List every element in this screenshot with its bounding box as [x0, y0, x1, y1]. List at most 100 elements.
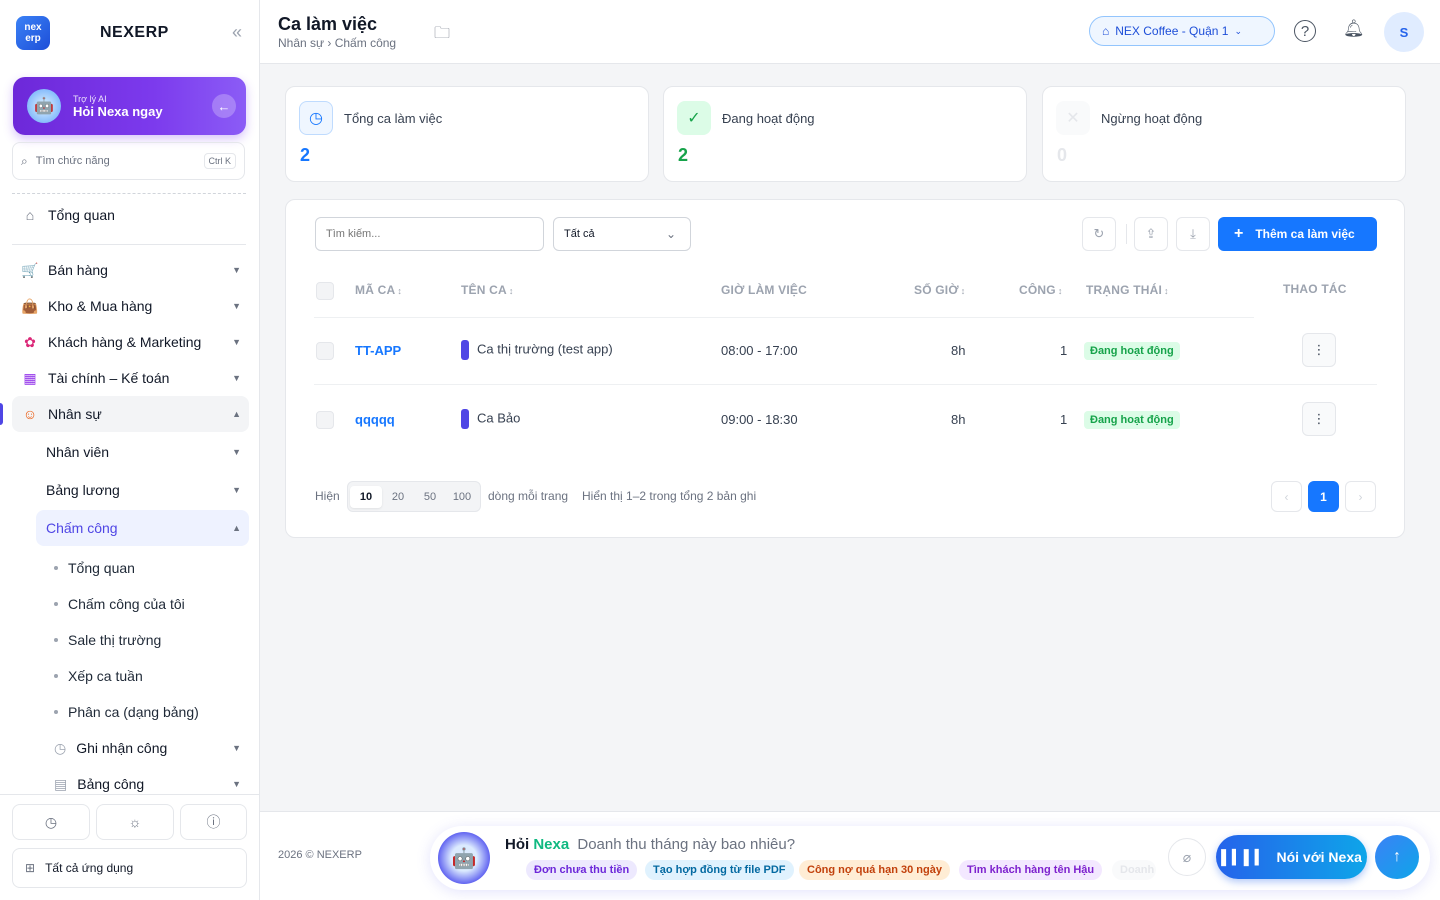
suggestion-chip[interactable]: Doanh — [1112, 860, 1156, 880]
row-checkbox[interactable] — [316, 411, 334, 429]
home-icon: ⌂ — [25, 207, 35, 223]
nav-label: Xếp ca tuần — [68, 668, 143, 684]
next-page-button[interactable]: › — [1345, 481, 1376, 512]
caret-up-icon: ▲ — [232, 409, 241, 419]
page-size-option[interactable]: 50 — [414, 491, 446, 503]
shift-code-link[interactable]: TT-APP — [355, 343, 401, 358]
active-indicator — [0, 403, 3, 425]
store-name: NEX Coffee - Quận 1 — [1115, 24, 1229, 38]
shift-code-link[interactable]: qqqqq — [355, 412, 395, 427]
waveform-icon: ▌▍▌▍ — [1221, 848, 1267, 865]
nav-label: Chấm công — [46, 520, 118, 536]
attach-button[interactable]: ⌀ — [1168, 838, 1206, 876]
brand[interactable]: nex erp NEXERP « — [16, 16, 246, 50]
shift-name-text: Ca Bảo — [477, 410, 521, 426]
clock-icon: ◷ — [44, 813, 58, 830]
nav-my-attendance[interactable]: Chấm công của tôi — [54, 586, 244, 622]
nav-customers-marketing[interactable]: ✿ Khách hàng & Marketing ▼ — [12, 324, 249, 360]
nav-finance[interactable]: ▦ Tài chính – Kế toán ▼ — [12, 360, 249, 396]
history-button[interactable]: ◷ — [12, 804, 90, 840]
ask-prompt[interactable]: Doanh thu tháng này bao nhiêu? — [577, 836, 795, 853]
nav-label: Bảng lương — [46, 482, 120, 498]
sort-icon: ↕ — [397, 286, 403, 296]
more-vertical-icon: ⋮ — [1312, 342, 1326, 357]
refresh-button[interactable]: ↻ — [1082, 217, 1116, 251]
th-actions: THAO TÁC — [1283, 282, 1347, 296]
store-selector[interactable]: ⌂ NEX Coffee - Quận 1 ⌄ — [1089, 16, 1275, 46]
th-label: TRẠNG THÁI — [1086, 283, 1162, 297]
th-code[interactable]: MÃ CA ↕ — [355, 283, 402, 297]
th-label: THAO TÁC — [1283, 282, 1347, 296]
chevron-right-icon: › — [1358, 489, 1363, 504]
nav-timesheet[interactable]: ▤ Bảng công ▼ — [48, 766, 249, 802]
select-all-checkbox[interactable] — [316, 282, 334, 300]
page-size-option[interactable]: 10 — [350, 485, 382, 508]
page-size-option[interactable]: 100 — [446, 491, 478, 503]
shift-work: 1 — [1060, 343, 1068, 358]
page-title: Ca làm việc — [278, 14, 378, 34]
footer: 2026 © NEXERP 🤖 Hỏi Nexa Doanh thu tháng… — [260, 811, 1440, 900]
theme-button[interactable]: ☼ — [96, 804, 174, 840]
th-name[interactable]: TÊN CA ↕ — [461, 283, 514, 297]
suggestion-chip[interactable]: Đơn chưa thu tiền — [526, 860, 638, 880]
nav-shift-assignment[interactable]: Phân ca (dạng bảng) — [54, 694, 244, 730]
send-button[interactable]: ↑ — [1375, 835, 1419, 879]
function-search[interactable]: ⌕ Tìm chức năng Ctrl K — [12, 142, 245, 180]
nav-overview[interactable]: ⌂ Tổng quan — [12, 197, 249, 233]
report-button[interactable]: ⓘ — [180, 804, 247, 840]
nav-weekly-shifts[interactable]: Xếp ca tuần — [54, 658, 244, 694]
chevron-left-icon: ‹ — [1284, 489, 1289, 504]
nav-field-sales[interactable]: Sale thị trường — [54, 622, 244, 658]
suggestion-chip[interactable]: Tạo hợp đồng từ file PDF — [645, 860, 794, 880]
download-button[interactable]: ⤓ — [1176, 217, 1210, 251]
nav-work-records[interactable]: ◷ Ghi nhận công ▼ — [48, 730, 249, 766]
ask-nexa-bar[interactable]: 🤖 Hỏi Nexa Doanh thu tháng này bao nhiêu… — [430, 826, 1430, 890]
th-label: GIỜ LÀM VIỆC — [721, 283, 807, 297]
filter-value: Tất cả — [564, 228, 595, 240]
ask-brand: Nexa — [533, 836, 570, 853]
nav-payroll[interactable]: Bảng lương ▼ — [36, 472, 249, 508]
nav-label: Ghi nhận công — [76, 740, 168, 756]
breadcrumb[interactable]: Nhân sự › Chấm công — [278, 36, 396, 50]
sort-icon: ↕ — [1164, 286, 1169, 296]
nav-attendance-overview[interactable]: Tổng quan — [54, 550, 244, 586]
th-status[interactable]: TRẠNG THÁI ↕ — [1086, 283, 1169, 297]
folder-icon[interactable]: 🗀 — [434, 22, 450, 49]
upload-button[interactable]: ⇪ — [1134, 217, 1168, 251]
divider — [1126, 224, 1127, 244]
page-button[interactable]: 1 — [1308, 481, 1339, 512]
all-apps-button[interactable]: ⊞ Tất cả ứng dụng — [12, 848, 247, 888]
status-filter-select[interactable]: Tất cả ⌄ — [553, 217, 691, 251]
row-more-button[interactable]: ⋮ — [1302, 333, 1336, 367]
ai-title: Hỏi Nexa ngay — [73, 103, 163, 119]
nav-employees[interactable]: Nhân viên ▼ — [36, 434, 249, 470]
avatar[interactable]: S — [1384, 12, 1424, 52]
collapse-sidebar-icon[interactable]: « — [232, 22, 242, 43]
search-input[interactable] — [315, 217, 544, 251]
nav-attendance[interactable]: Chấm công ▲ — [36, 510, 249, 546]
row-more-button[interactable]: ⋮ — [1302, 402, 1336, 436]
help-icon[interactable]: ? — [1294, 20, 1316, 42]
prev-page-button[interactable]: ‹ — [1271, 481, 1302, 512]
talk-label: Nói với Nexa — [1276, 849, 1362, 865]
nav-inventory[interactable]: 👜 Kho & Mua hàng ▼ — [12, 288, 249, 324]
shift-hours: 08:00 - 17:00 — [721, 343, 798, 358]
function-search-placeholder: Tìm chức năng — [35, 155, 110, 167]
th-count[interactable]: SỐ GIỜ ↕ — [914, 283, 965, 297]
users-icon: ✿ — [24, 333, 36, 350]
suggestion-chip[interactable]: Tìm khách hàng tên Hậu — [959, 860, 1103, 880]
stat-value: 0 — [1057, 145, 1068, 165]
nav-hr[interactable]: ☺ Nhân sự ▲ — [12, 396, 249, 432]
sort-icon: ↕ — [960, 286, 966, 296]
arrow-left-icon[interactable]: ← — [212, 94, 236, 118]
bell-icon[interactable]: 🔔︎ — [1343, 19, 1365, 39]
talk-to-nexa-button[interactable]: ▌▍▌▍ Nói với Nexa — [1216, 835, 1367, 879]
row-checkbox[interactable] — [316, 342, 334, 360]
add-shift-button[interactable]: + Thêm ca làm việc — [1218, 217, 1377, 251]
suggestion-chip[interactable]: Công nợ quá hạn 30 ngày — [799, 860, 950, 880]
ai-assistant-card[interactable]: 🤖 Trợ lý AI Hỏi Nexa ngay ← — [13, 77, 246, 135]
stat-inactive-shifts: ✕ Ngừng hoạt động 0 — [1042, 86, 1406, 182]
th-work[interactable]: CÔNG ↕ — [1019, 283, 1063, 297]
nav-sales[interactable]: 🛒 Bán hàng ▼ — [12, 252, 249, 288]
page-size-option[interactable]: 20 — [382, 491, 414, 503]
